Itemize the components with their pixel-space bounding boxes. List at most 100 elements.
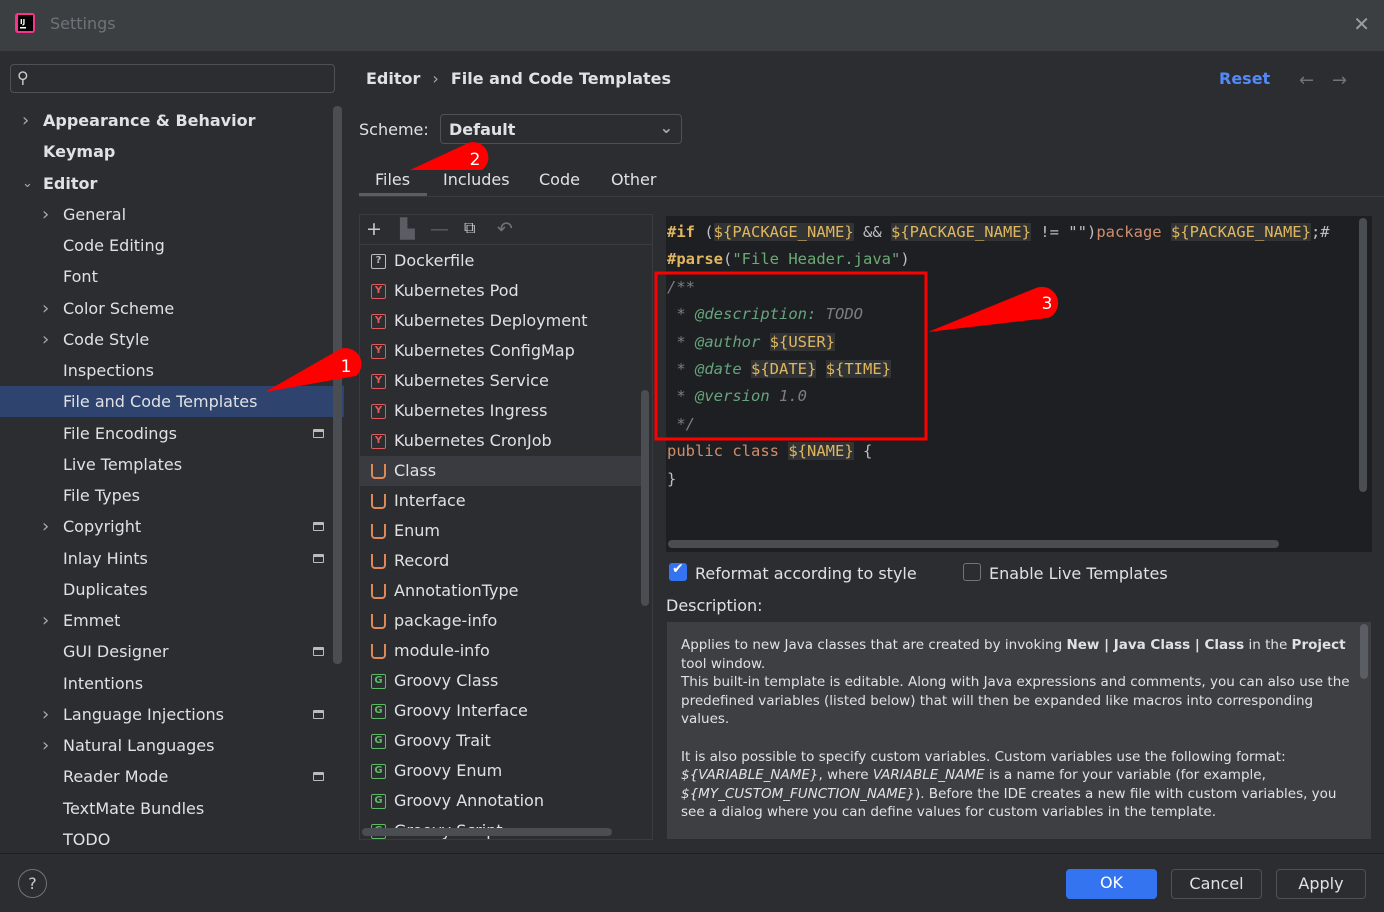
project-scope-icon [313,553,324,563]
add-icon[interactable]: + [366,218,382,240]
sidebar-item[interactable]: GUI Designer [0,636,344,667]
code-line: * @date ${DATE} ${TIME} [667,357,892,381]
back-arrow-icon[interactable]: ← [1299,70,1314,91]
code-token-var: ${PACKAGE_NAME} [890,223,1031,241]
create-child-icon[interactable]: ▙ [400,218,415,240]
code-token-tag: @description: [695,305,817,324]
sidebar-item[interactable]: Inlay Hints [0,543,344,574]
cancel-button[interactable]: Cancel [1171,869,1262,899]
sidebar-item-label: Live Templates [63,454,183,474]
template-name: Record [394,551,450,570]
chevron-down-icon[interactable]: ⌄ [22,168,33,199]
help-button[interactable]: ? [18,869,47,898]
sidebar-item[interactable]: › Language Injections [0,699,344,730]
template-list-item[interactable]: G Groovy Class [360,666,642,696]
sidebar-item[interactable]: Reader Mode [0,761,344,792]
sidebar-item[interactable]: › Color Scheme [0,293,344,324]
chevron-right-icon[interactable]: › [42,605,49,636]
reset-link[interactable]: Reset [1219,69,1270,88]
scheme-dropdown[interactable]: Default ⌄ [440,114,682,144]
sidebar-item[interactable]: File Types [0,480,344,511]
sidebar-item[interactable]: › Code Style [0,324,344,355]
code-token-cm [816,360,825,378]
sidebar-item[interactable]: Live Templates [0,449,344,480]
template-list-item[interactable]: G Groovy Trait [360,726,642,756]
list-horizontal-scrollbar[interactable] [362,828,612,836]
sidebar-scrollbar[interactable] [333,106,342,664]
template-list-item[interactable]: package-info [360,606,642,636]
template-list-item[interactable]: G Groovy Enum [360,756,642,786]
tab-includes[interactable]: Includes [443,170,510,189]
undo-icon[interactable]: ↶ [497,218,513,240]
sidebar-item[interactable]: TextMate Bundles [0,793,344,824]
copy-icon[interactable]: ⧉ [464,218,475,238]
template-list-item[interactable]: ? Dockerfile [360,246,642,276]
live-templates-checkbox[interactable] [963,563,981,581]
sidebar-item-label: Duplicates [63,579,148,599]
chevron-right-icon[interactable]: › [42,511,49,542]
sidebar-item[interactable]: › Copyright [0,511,344,542]
template-list-item[interactable]: Class [360,456,642,486]
chevron-right-icon[interactable]: › [42,293,49,324]
sidebar-item[interactable]: › Natural Languages [0,730,344,761]
template-list-item[interactable]: Y Kubernetes Pod [360,276,642,306]
description-scrollbar[interactable] [1360,624,1368,679]
sidebar-item-label: Natural Languages [63,736,215,755]
sidebar-item[interactable]: Intentions [0,668,344,699]
template-list-item[interactable]: Y Kubernetes Service [360,366,642,396]
close-icon[interactable]: ✕ [1353,12,1370,36]
sidebar-item[interactable]: File and Code Templates [0,386,344,418]
sidebar-item[interactable]: TODO [0,824,344,855]
chevron-right-icon[interactable]: › [42,199,49,230]
sidebar-item[interactable]: File Encodings [0,418,344,449]
chevron-right-icon[interactable]: › [22,105,29,136]
template-list-item[interactable]: Interface [360,486,642,516]
template-name: Kubernetes CronJob [394,431,552,450]
settings-search-input[interactable]: ⚲ [10,64,335,93]
template-list-item[interactable]: Y Kubernetes ConfigMap [360,336,642,366]
template-list-item[interactable]: Y Kubernetes Deployment [360,306,642,336]
sidebar-item-label: Emmet [63,611,121,630]
chevron-right-icon[interactable]: › [42,324,49,355]
live-templates-label[interactable]: Enable Live Templates [989,564,1168,583]
reformat-label[interactable]: Reformat according to style [695,564,917,583]
template-list-item[interactable]: Y Kubernetes Ingress [360,396,642,426]
sidebar-item[interactable]: Duplicates [0,574,344,605]
tab-files[interactable]: Files [375,170,410,189]
breadcrumb-parent[interactable]: Editor [366,69,420,88]
sidebar-item-label: Inlay Hints [63,548,148,568]
template-code-editor[interactable]: #if (${PACKAGE_NAME} && ${PACKAGE_NAME} … [666,216,1372,552]
chevron-right-icon[interactable]: › [42,730,49,761]
chevron-right-icon[interactable]: › [42,699,49,730]
sidebar-item[interactable]: Code Editing [0,230,344,261]
reformat-checkbox[interactable]: ✔ [669,561,687,581]
template-toolbar: + ▙ — ⧉ ↶ [360,215,652,245]
template-list-item[interactable]: Y Kubernetes CronJob [360,426,642,456]
template-list-item[interactable]: Enum [360,516,642,546]
template-list-item[interactable]: Record [360,546,642,576]
sidebar-item[interactable]: Font [0,261,344,292]
apply-button[interactable]: Apply [1276,869,1366,899]
sidebar-item[interactable]: Keymap [0,136,344,167]
template-name: Kubernetes Deployment [394,311,588,330]
groovy-file-icon: G [371,794,386,809]
sidebar-item[interactable]: › Emmet [0,605,344,636]
template-list-item[interactable]: G Groovy Annotation [360,786,642,816]
list-scrollbar[interactable] [641,390,649,606]
template-list-item[interactable]: AnnotationType [360,576,642,606]
project-scope-icon [313,522,324,532]
sidebar-item[interactable]: › General [0,199,344,230]
ok-button[interactable]: OK [1066,869,1157,899]
tab-other[interactable]: Other [611,170,656,189]
forward-arrow-icon[interactable]: → [1332,70,1347,91]
sidebar-item[interactable]: › Appearance & Behavior [0,105,344,136]
editor-horizontal-scrollbar[interactable] [668,540,1279,548]
sidebar-item[interactable]: ⌄ Editor [0,168,344,199]
java-class-icon [371,644,386,659]
template-list-item[interactable]: module-info [360,636,642,666]
template-list-item[interactable]: G Groovy Interface [360,696,642,726]
editor-scrollbar[interactable] [1359,218,1367,492]
tab-code[interactable]: Code [539,170,580,189]
remove-icon[interactable]: — [430,218,449,240]
sidebar-item[interactable]: Inspections [0,355,344,386]
